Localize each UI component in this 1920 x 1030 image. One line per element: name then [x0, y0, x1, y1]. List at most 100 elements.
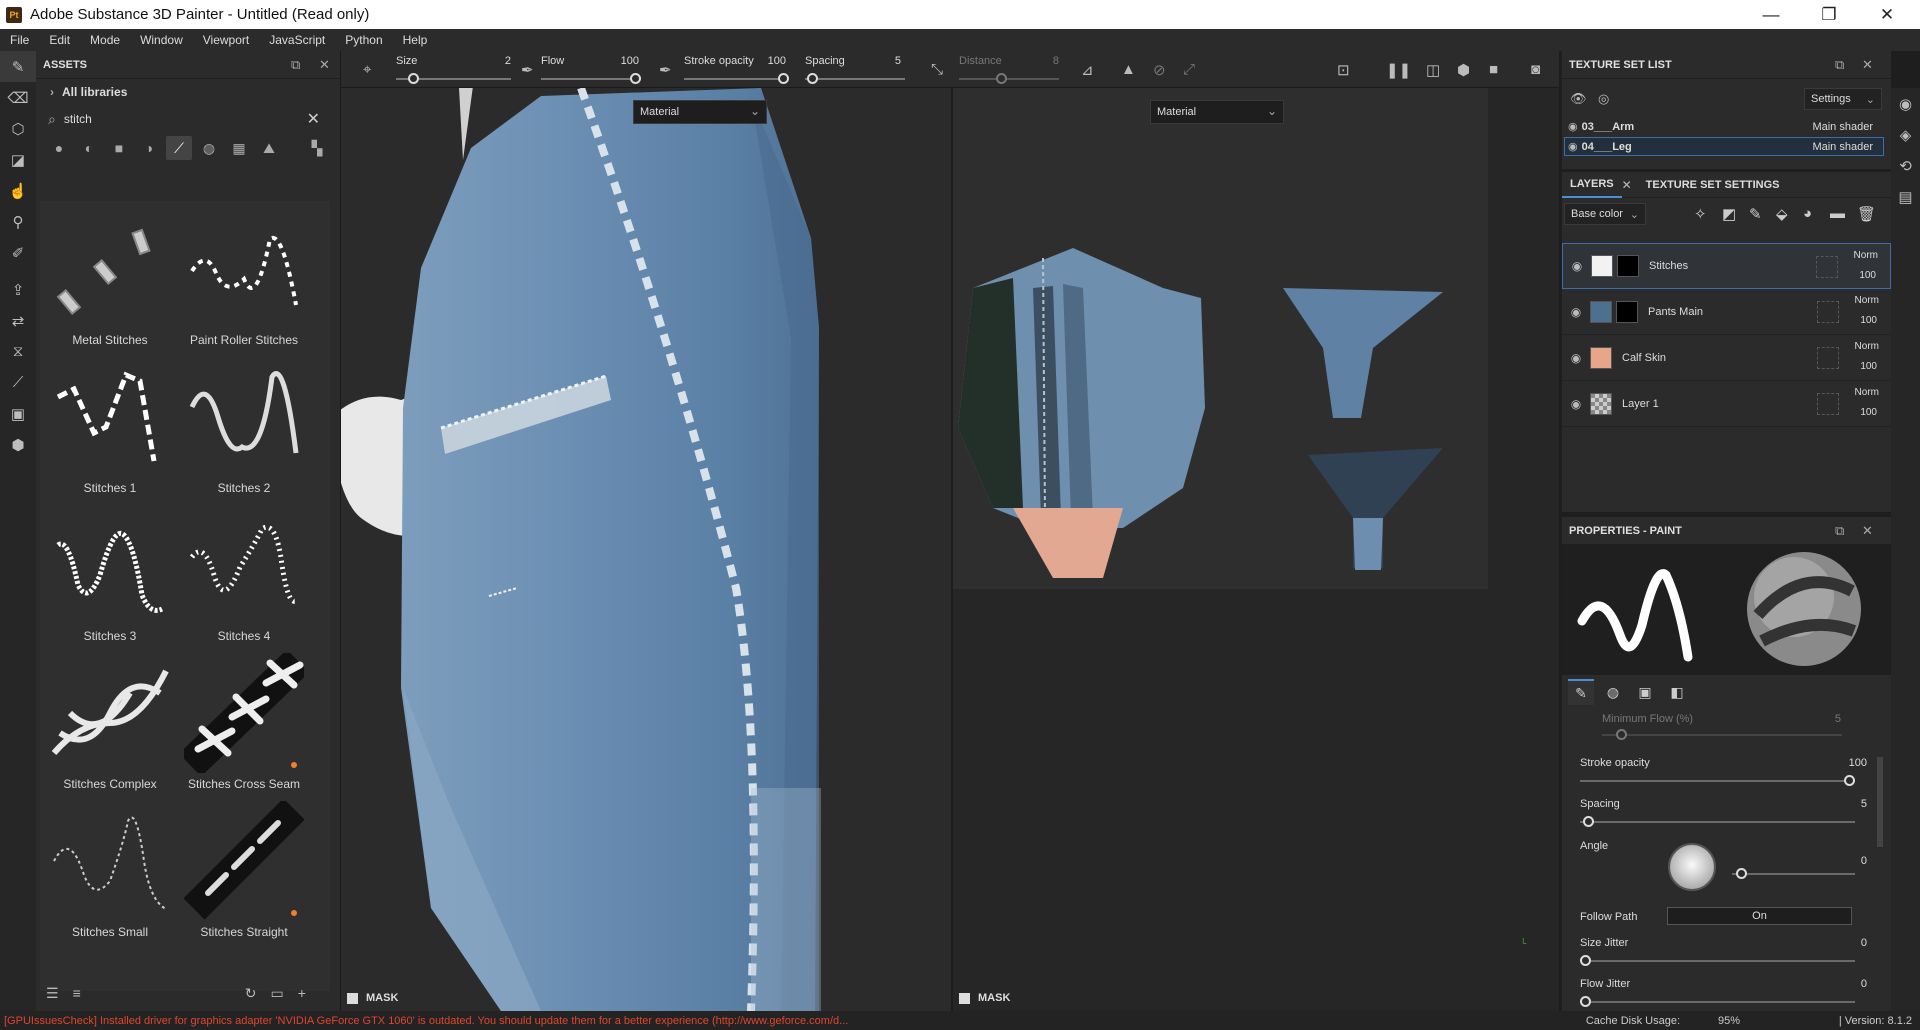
- distance-slider-handle[interactable]: [996, 73, 1007, 84]
- spacing-slider-handle[interactable]: [1583, 816, 1594, 827]
- asset-tile[interactable]: Stitches Small: [44, 797, 176, 945]
- angle-slider-track[interactable]: [1732, 873, 1855, 875]
- eraser-icon[interactable]: ⌫: [0, 82, 36, 113]
- smart-material-icon[interactable]: ◕: [1803, 205, 1812, 222]
- view-mode-icon[interactable]: ◫: [1426, 61, 1440, 79]
- smart-material-filter-icon[interactable]: ◐: [76, 136, 102, 160]
- hide-mask-icon[interactable]: ⊡: [1337, 61, 1350, 79]
- angle-dial[interactable]: [1668, 843, 1716, 891]
- camera-icon[interactable]: ■: [1489, 61, 1498, 78]
- asset-tile[interactable]: Stitches 3: [44, 501, 176, 649]
- asset-tile[interactable]: Paint Roller Stitches: [178, 205, 310, 353]
- add-effect-icon[interactable]: ✧: [1694, 205, 1707, 223]
- flow-slider-handle[interactable]: [630, 73, 641, 84]
- maximize-icon[interactable]: ❐: [1800, 0, 1858, 29]
- eye-icon[interactable]: ◉: [1563, 259, 1591, 273]
- clone-stamp-icon[interactable]: ⚲: [0, 206, 36, 237]
- filter-list-icon[interactable]: ≡: [73, 985, 81, 1001]
- eye-icon[interactable]: ◉: [1562, 305, 1590, 319]
- stroke-opacity-slider-handle[interactable]: [1844, 775, 1855, 786]
- panel-close-icon[interactable]: ✕: [1862, 523, 1873, 539]
- list-view-icon[interactable]: ☰: [46, 985, 59, 1002]
- history-icon[interactable]: ⟲: [1891, 150, 1920, 181]
- alpha-tab-icon[interactable]: ◍: [1600, 679, 1626, 705]
- undock-icon[interactable]: ⧉: [1835, 57, 1844, 73]
- backface-culling-icon[interactable]: ⊘: [1153, 61, 1166, 79]
- pen-pressure-icon[interactable]: ✒: [659, 61, 672, 79]
- mask-toggle-2d[interactable]: MASK: [953, 985, 1010, 1011]
- lazy-mouse-icon[interactable]: ⌖: [363, 61, 371, 78]
- undock-icon[interactable]: ⧉: [1835, 523, 1844, 539]
- menu-window[interactable]: Window: [130, 33, 193, 47]
- texture-set-row[interactable]: ◉ 04___Leg Main shader: [1564, 137, 1884, 156]
- stroke-opacity-slider-handle[interactable]: [778, 73, 789, 84]
- grid-view-icon[interactable]: ▚: [304, 136, 330, 160]
- spacing-slider-handle[interactable]: [807, 73, 818, 84]
- symmetry-icon[interactable]: ▲: [1121, 61, 1136, 78]
- status-message[interactable]: [GPUIssuesCheck] Installed driver for gr…: [0, 1015, 1330, 1027]
- menu-mode[interactable]: Mode: [80, 33, 130, 47]
- blend-mode[interactable]: Norm: [1855, 295, 1879, 306]
- size-slider-handle[interactable]: [408, 73, 419, 84]
- distance-slider-track[interactable]: [959, 78, 1059, 80]
- menu-help[interactable]: Help: [393, 33, 438, 47]
- mask-checkbox-3d[interactable]: [347, 992, 358, 1004]
- add-folder-icon[interactable]: ▬: [1830, 205, 1845, 222]
- smudge-icon[interactable]: ☝: [0, 175, 36, 206]
- export-icon[interactable]: ⇪: [0, 274, 36, 305]
- panel-close-icon[interactable]: ✕: [1862, 57, 1873, 73]
- layer-row[interactable]: ◉ Stitches Norm 100: [1562, 243, 1891, 289]
- close-icon[interactable]: ✕: [1858, 0, 1916, 29]
- clear-search-icon[interactable]: ✕: [307, 109, 320, 129]
- layer-name[interactable]: Pants Main: [1648, 306, 1703, 318]
- paint-brush-icon[interactable]: ✎: [0, 51, 36, 82]
- delete-layer-icon[interactable]: 🗑: [1857, 205, 1876, 223]
- layer-opacity[interactable]: 100: [1860, 407, 1877, 418]
- geometry-fill-icon[interactable]: ◪: [0, 144, 36, 175]
- eye-icon[interactable]: ◉: [1562, 351, 1590, 365]
- environment-filter-icon[interactable]: ⛰: [256, 136, 282, 160]
- alpha-filter-icon[interactable]: ◍: [196, 136, 222, 160]
- flow-slider-track[interactable]: [541, 78, 641, 80]
- size-jitter-slider-track[interactable]: [1580, 960, 1855, 962]
- layer-row[interactable]: ◉ Pants Main Norm 100: [1562, 289, 1891, 335]
- stroke-opacity-slider-track[interactable]: [684, 78, 789, 80]
- asset-tile[interactable]: Stitches 1: [44, 353, 176, 501]
- shader-settings-icon[interactable]: ⬢: [0, 429, 36, 460]
- blend-mode[interactable]: Norm: [1855, 387, 1879, 398]
- polygon-fill-icon[interactable]: ⧖: [0, 336, 36, 367]
- menu-file[interactable]: File: [0, 33, 39, 47]
- layer-name[interactable]: Stitches: [1649, 260, 1688, 272]
- mask-checkbox-2d[interactable]: [959, 992, 970, 1004]
- occlusion-icon[interactable]: ⤢: [1183, 61, 1195, 78]
- tab-texture-set-settings[interactable]: TEXTURE SET SETTINGS: [1638, 172, 1788, 198]
- close-tab-icon[interactable]: ✕: [1622, 178, 1632, 192]
- projection-icon[interactable]: ⬡: [0, 113, 36, 144]
- undock-icon[interactable]: ⧉: [291, 57, 300, 73]
- asset-tile[interactable]: Stitches Straight: [178, 797, 310, 945]
- texture-set-shader[interactable]: Main shader: [1812, 141, 1873, 153]
- layer-name[interactable]: Layer 1: [1622, 398, 1659, 410]
- texture-filter-icon[interactable]: ▦: [226, 136, 252, 160]
- menu-javascript[interactable]: JavaScript: [259, 33, 335, 47]
- add-paint-layer-icon[interactable]: ✎: [1749, 205, 1762, 223]
- flow-jitter-slider-track[interactable]: [1580, 1001, 1855, 1003]
- blend-mode[interactable]: Norm: [1855, 341, 1879, 352]
- mask-filter-icon[interactable]: ■: [106, 136, 132, 160]
- min-flow-slider-handle[interactable]: [1616, 729, 1627, 740]
- layer-row[interactable]: ◉ Calf Skin Norm 100: [1562, 335, 1891, 381]
- blend-mode[interactable]: Norm: [1854, 250, 1878, 261]
- procedural-filter-icon[interactable]: ◑: [136, 136, 162, 160]
- asset-tile[interactable]: Metal Stitches: [44, 205, 176, 353]
- measure-icon[interactable]: ⟋: [0, 367, 36, 398]
- properties-scrollbar[interactable]: [1877, 757, 1883, 847]
- search-input[interactable]: [63, 112, 264, 126]
- stroke-opacity-slider-track[interactable]: [1580, 780, 1855, 782]
- add-mask-icon[interactable]: ◩: [1722, 205, 1736, 223]
- texture-set-row[interactable]: ◉ 03___Arm Main shader: [1564, 117, 1884, 136]
- screenshot-icon[interactable]: ◙: [1531, 61, 1540, 78]
- brush-tab-icon[interactable]: ✎: [1568, 679, 1594, 705]
- layer-opacity[interactable]: 100: [1860, 315, 1877, 326]
- eye-icon[interactable]: ◉: [1568, 120, 1578, 133]
- layer-name[interactable]: Calf Skin: [1622, 352, 1666, 364]
